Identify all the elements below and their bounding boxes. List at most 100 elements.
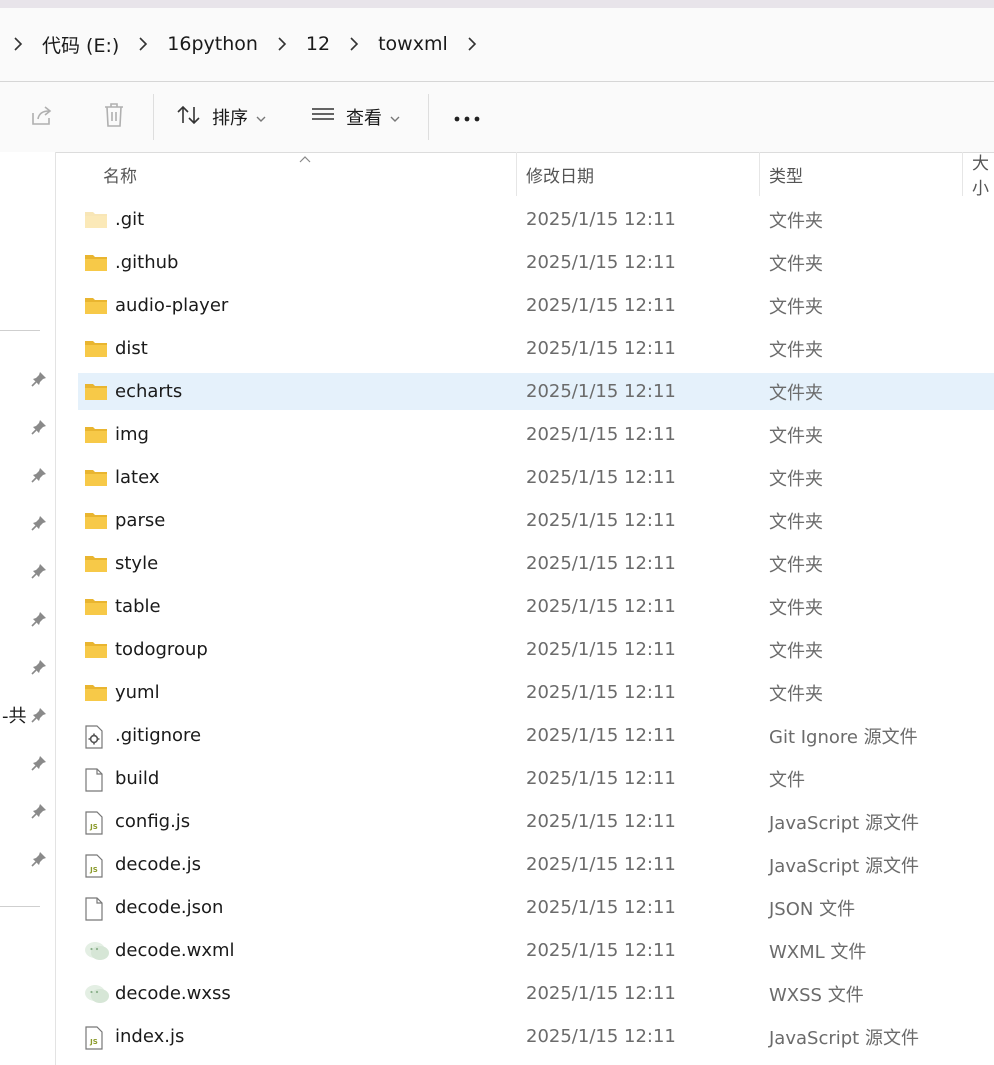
pin-icon[interactable] — [30, 850, 48, 868]
view-label: 查看 — [346, 108, 382, 129]
sort-ascending-icon — [299, 152, 311, 166]
file-row[interactable]: .gitignore 2025/1/15 12:11 Git Ignore 源文件 — [78, 717, 994, 754]
breadcrumb-item-drive[interactable]: 代码 (E:) — [36, 31, 125, 58]
file-row[interactable]: latex 2025/1/15 12:11 文件夹 — [78, 459, 994, 496]
pin-icon[interactable] — [30, 466, 48, 484]
file-type: 文件夹 — [769, 511, 823, 533]
file-row[interactable]: decode.json 2025/1/15 12:11 JSON 文件 — [78, 889, 994, 926]
nav-divider — [0, 330, 40, 331]
share-button[interactable] — [22, 94, 62, 140]
file-name[interactable]: latex — [115, 459, 160, 496]
pin-icon[interactable] — [30, 706, 48, 724]
column-header-type[interactable]: 类型 — [769, 152, 803, 196]
file-modified-date: 2025/1/15 12:11 — [526, 811, 676, 832]
file-modified-date: 2025/1/15 12:11 — [526, 209, 676, 230]
file-name[interactable]: .git — [115, 201, 144, 238]
column-divider[interactable] — [759, 152, 760, 196]
file-name[interactable]: decode.wxml — [115, 932, 235, 969]
file-row[interactable]: .git 2025/1/15 12:11 文件夹 — [78, 201, 994, 238]
file-type: 文件夹 — [769, 597, 823, 619]
file-row[interactable]: JS config.js 2025/1/15 12:11 JavaScript 源文件 — [78, 803, 994, 840]
file-row[interactable]: img 2025/1/15 12:11 文件夹 — [78, 416, 994, 453]
file-modified-date: 2025/1/15 12:11 — [526, 467, 676, 488]
js-file-icon: JS — [84, 854, 108, 878]
title-strip — [0, 0, 994, 8]
column-divider[interactable] — [962, 152, 963, 196]
file-name[interactable]: decode.wxss — [115, 975, 231, 1012]
file-row[interactable]: decode.wxss 2025/1/15 12:11 WXSS 文件 — [78, 975, 994, 1012]
pin-icon[interactable] — [30, 562, 48, 580]
file-name[interactable]: dist — [115, 330, 148, 367]
column-divider[interactable] — [516, 152, 517, 196]
chevron-right-icon[interactable] — [264, 26, 300, 62]
file-row[interactable]: .github 2025/1/15 12:11 文件夹 — [78, 244, 994, 281]
file-row[interactable]: JS index.js 2025/1/15 12:11 JavaScript 源文件 — [78, 1018, 994, 1055]
pin-icon[interactable] — [30, 802, 48, 820]
file-row[interactable]: style 2025/1/15 12:11 文件夹 — [78, 545, 994, 582]
more-button[interactable] — [450, 94, 484, 140]
file-name[interactable]: index.js — [115, 1018, 184, 1055]
file-icon — [84, 768, 108, 792]
file-row[interactable]: todogroup 2025/1/15 12:11 文件夹 — [78, 631, 994, 668]
chevron-down-icon — [390, 108, 400, 127]
file-modified-date: 2025/1/15 12:11 — [526, 596, 676, 617]
file-row[interactable]: table 2025/1/15 12:11 文件夹 — [78, 588, 994, 625]
file-name[interactable]: todogroup — [115, 631, 208, 668]
file-name[interactable]: build — [115, 760, 159, 797]
file-row[interactable]: audio-player 2025/1/15 12:11 文件夹 — [78, 287, 994, 324]
file-name[interactable]: style — [115, 545, 158, 582]
file-name[interactable]: yuml — [115, 674, 160, 711]
nav-item-partial-label[interactable]: -共 — [2, 702, 27, 728]
column-header-size[interactable]: 大小 — [972, 152, 994, 196]
chevron-right-icon[interactable] — [125, 26, 161, 62]
file-modified-date: 2025/1/15 12:11 — [526, 424, 676, 445]
column-header-name[interactable]: 名称 — [103, 152, 137, 196]
breadcrumb-item-16python[interactable]: 16python — [161, 33, 264, 55]
file-type: JavaScript 源文件 — [769, 855, 919, 877]
file-row[interactable]: echarts 2025/1/15 12:11 文件夹 — [78, 373, 994, 410]
folder-icon — [84, 381, 108, 403]
delete-button[interactable] — [94, 94, 134, 140]
file-name[interactable]: decode.js — [115, 846, 201, 883]
file-row[interactable]: dist 2025/1/15 12:11 文件夹 — [78, 330, 994, 367]
pin-icon[interactable] — [30, 754, 48, 772]
breadcrumb-item-12[interactable]: 12 — [300, 33, 336, 55]
sort-icon — [176, 103, 202, 131]
folder-icon — [84, 467, 108, 489]
file-name[interactable]: echarts — [115, 373, 182, 410]
file-modified-date: 2025/1/15 12:11 — [526, 768, 676, 789]
folder-icon — [84, 424, 108, 446]
chevron-right-icon[interactable] — [454, 26, 490, 62]
pin-icon[interactable] — [30, 658, 48, 676]
pin-icon[interactable] — [30, 610, 48, 628]
chevron-right-icon[interactable] — [336, 26, 372, 62]
file-name[interactable]: parse — [115, 502, 165, 539]
pin-icon[interactable] — [30, 514, 48, 532]
file-name[interactable]: audio-player — [115, 287, 228, 324]
address-bar[interactable]: 代码 (E:) 16python 12 towxml — [0, 8, 994, 82]
file-row[interactable]: build 2025/1/15 12:11 文件 — [78, 760, 994, 797]
file-row[interactable]: decode.wxml 2025/1/15 12:11 WXML 文件 — [78, 932, 994, 969]
file-name[interactable]: .gitignore — [115, 717, 201, 754]
view-button[interactable]: 查看 — [310, 94, 400, 140]
file-name[interactable]: config.js — [115, 803, 190, 840]
file-type: 文件夹 — [769, 382, 823, 404]
file-name[interactable]: .github — [115, 244, 178, 281]
pin-icon[interactable] — [30, 418, 48, 436]
breadcrumb-item-towxml[interactable]: towxml — [372, 33, 454, 55]
file-name[interactable]: decode.json — [115, 889, 223, 926]
file-type: 文件夹 — [769, 683, 823, 705]
file-row[interactable]: yuml 2025/1/15 12:11 文件夹 — [78, 674, 994, 711]
file-row[interactable]: parse 2025/1/15 12:11 文件夹 — [78, 502, 994, 539]
chevron-right-icon[interactable] — [0, 26, 36, 62]
file-type: Git Ignore 源文件 — [769, 726, 918, 748]
file-name[interactable]: img — [115, 416, 149, 453]
file-row[interactable]: JS decode.js 2025/1/15 12:11 JavaScript 源文件 — [78, 846, 994, 883]
js-file-icon: JS — [84, 811, 108, 835]
column-header-modified[interactable]: 修改日期 — [526, 152, 594, 196]
folder-icon — [84, 553, 108, 575]
sort-button[interactable]: 排序 — [176, 94, 266, 140]
toolbar-divider — [153, 94, 154, 140]
file-name[interactable]: table — [115, 588, 161, 625]
pin-icon[interactable] — [30, 370, 48, 388]
